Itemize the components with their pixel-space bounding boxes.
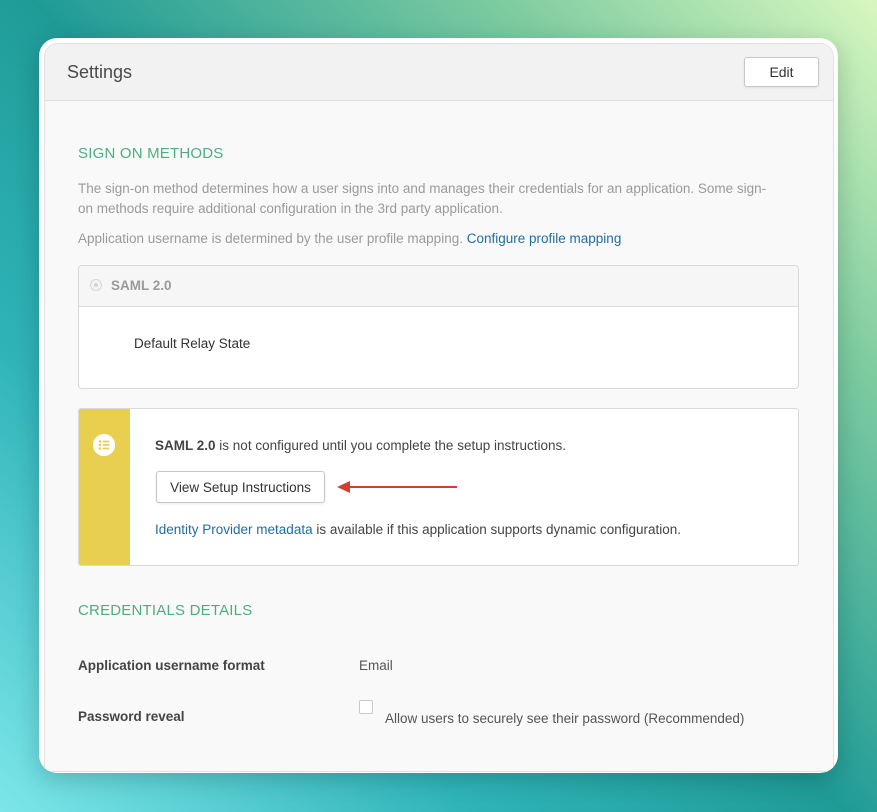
sign-on-description-line-1: The sign-on method determines how a user… (78, 181, 767, 196)
metadata-message-text: is available if this application support… (316, 522, 682, 537)
password-reveal-label: Password reveal (78, 709, 185, 724)
username-mapping-label: Application username is determined by th… (78, 231, 463, 246)
saml-method-box: SAML 2.0 Default Relay State (78, 265, 799, 389)
username-format-value: Email (359, 658, 393, 673)
password-reveal-option[interactable]: Allow users to securely see their passwo… (385, 711, 744, 726)
credentials-details-heading: CREDENTIALS DETAILS (78, 602, 253, 619)
setup-notice: SAML 2.0 is not configured until you com… (78, 408, 799, 566)
panel-header: Settings Edit (45, 44, 833, 101)
saml-method-label: SAML 2.0 (111, 278, 172, 293)
notice-message-text: is not configured until you complete the… (219, 438, 566, 453)
username-format-label: Application username format (78, 658, 265, 673)
list-icon (93, 434, 115, 456)
password-reveal-checkbox[interactable] (359, 700, 373, 714)
notice-bar (79, 409, 130, 565)
default-relay-state-label: Default Relay State (134, 336, 251, 351)
sign-on-methods-heading: SIGN ON METHODS (78, 145, 224, 162)
metadata-message: Identity Provider metadata is available … (155, 522, 681, 537)
sign-on-description: The sign-on method determines how a user… (78, 179, 798, 219)
notice-message: SAML 2.0 is not configured until you com… (155, 438, 566, 453)
configure-profile-mapping-link[interactable]: Configure profile mapping (467, 231, 622, 246)
sign-on-description-line-2: on methods require additional configurat… (78, 201, 503, 216)
settings-card: Settings Edit SIGN ON METHODS The sign-o… (39, 38, 838, 773)
view-setup-instructions-button[interactable]: View Setup Instructions (156, 471, 325, 503)
notice-protocol: SAML 2.0 (155, 438, 216, 453)
settings-panel: Settings Edit SIGN ON METHODS The sign-o… (44, 43, 834, 772)
edit-button[interactable]: Edit (744, 57, 819, 87)
page-title: Settings (67, 62, 133, 82)
saml-radio[interactable] (90, 279, 102, 291)
arrow-left-icon (337, 481, 457, 493)
identity-provider-metadata-link[interactable]: Identity Provider metadata (155, 522, 313, 537)
username-mapping-text: Application username is determined by th… (78, 229, 798, 249)
saml-method-header: SAML 2.0 (79, 266, 798, 307)
